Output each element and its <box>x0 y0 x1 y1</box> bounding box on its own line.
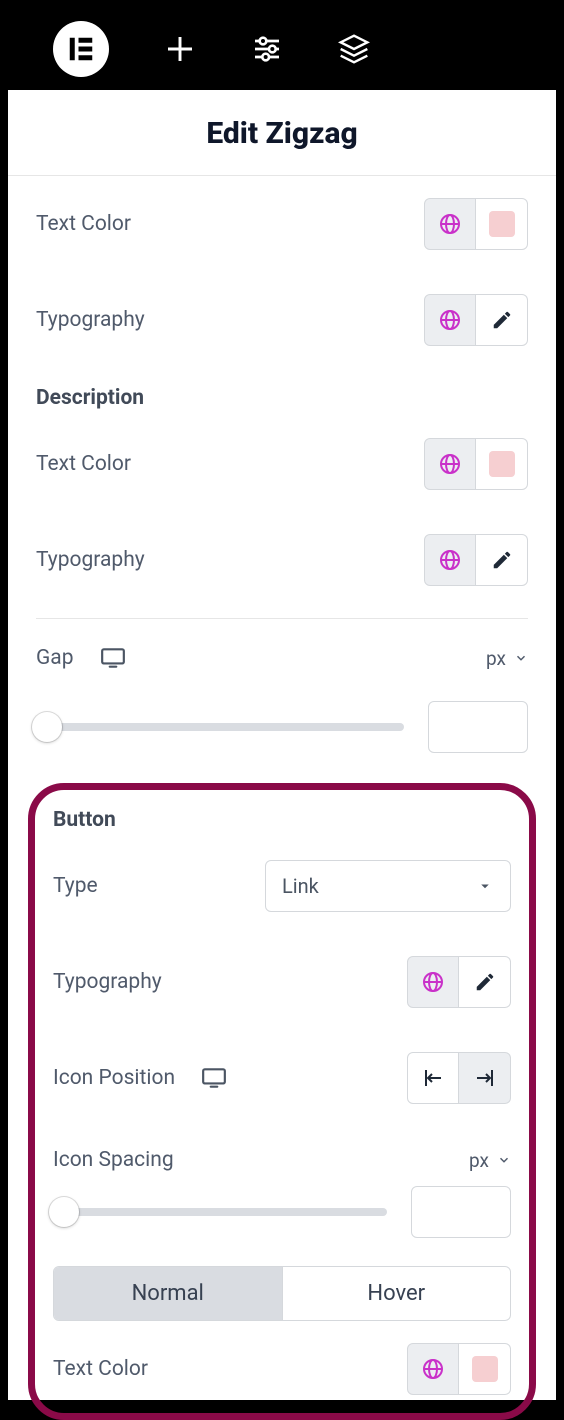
structure-icon[interactable] <box>338 33 370 65</box>
gap-unit-select[interactable]: px <box>486 647 528 670</box>
gap-label: Gap <box>36 646 74 670</box>
global-typography-button[interactable] <box>424 534 476 586</box>
color-swatch <box>489 451 515 477</box>
gap-slider-thumb[interactable] <box>32 712 62 742</box>
button-typography-label: Typography <box>53 970 162 994</box>
global-color-button[interactable] <box>424 198 476 250</box>
panel-title: Edit Zigzag <box>8 116 556 151</box>
description-heading: Description <box>36 368 528 416</box>
editor-panel: Edit Zigzag Text Color Typography <box>8 90 556 1400</box>
text-color-label-2: Text Color <box>36 452 131 476</box>
gap-unit-label: px <box>486 647 506 670</box>
icon-position-end[interactable] <box>459 1052 511 1104</box>
color-swatch <box>489 211 515 237</box>
icon-spacing-slider[interactable] <box>53 1208 387 1216</box>
button-type-label: Type <box>53 874 98 898</box>
settings-icon[interactable] <box>251 33 283 65</box>
responsive-icon[interactable] <box>201 1065 227 1091</box>
icon-spacing-unit-select[interactable]: px <box>469 1149 511 1172</box>
elementor-logo[interactable] <box>53 21 109 77</box>
typography-row-1: Typography <box>36 272 528 368</box>
icon-position-start[interactable] <box>407 1052 459 1104</box>
color-swatch <box>472 1356 498 1382</box>
text-color-row-2: Text Color <box>36 416 528 512</box>
color-swatch-button[interactable] <box>459 1343 511 1395</box>
icon-position-label: Icon Position <box>53 1066 175 1090</box>
panel-header: Edit Zigzag <box>8 90 556 176</box>
text-color-row-1: Text Color <box>36 176 528 272</box>
add-icon[interactable] <box>164 33 196 65</box>
icon-spacing-input[interactable] <box>411 1186 511 1238</box>
global-typography-button[interactable] <box>407 956 459 1008</box>
state-tab-normal[interactable]: Normal <box>54 1267 282 1320</box>
icon-spacing-unit-label: px <box>469 1149 489 1172</box>
button-text-color-label: Text Color <box>53 1357 148 1381</box>
edit-typography-button[interactable] <box>476 294 528 346</box>
global-color-button[interactable] <box>407 1343 459 1395</box>
gap-input[interactable] <box>428 701 528 753</box>
typography-label: Typography <box>36 308 145 332</box>
icon-spacing-row: Icon Spacing px <box>53 1126 511 1178</box>
button-section-highlight: Button Type Link Typography <box>28 783 536 1420</box>
global-typography-button[interactable] <box>424 294 476 346</box>
button-heading: Button <box>53 802 511 838</box>
global-color-button[interactable] <box>424 438 476 490</box>
top-toolbar <box>8 8 556 90</box>
button-type-select[interactable]: Link <box>265 860 511 912</box>
typography-row-2: Typography <box>36 512 528 608</box>
responsive-icon[interactable] <box>100 645 126 671</box>
state-tab-hover[interactable]: Hover <box>282 1267 511 1320</box>
icon-spacing-slider-thumb[interactable] <box>49 1197 79 1227</box>
typography-label-2: Typography <box>36 548 145 572</box>
edit-typography-button[interactable] <box>459 956 511 1008</box>
button-text-color-row: Text Color <box>53 1321 511 1395</box>
state-tabs: Normal Hover <box>53 1266 511 1321</box>
button-type-value: Link <box>282 874 319 898</box>
button-type-row: Type Link <box>53 838 511 934</box>
edit-typography-button[interactable] <box>476 534 528 586</box>
color-swatch-button[interactable] <box>476 198 528 250</box>
icon-position-row: Icon Position <box>53 1030 511 1126</box>
icon-spacing-slider-row <box>53 1178 511 1256</box>
gap-slider-row <box>36 693 528 771</box>
gap-slider[interactable] <box>36 723 404 731</box>
color-swatch-button[interactable] <box>476 438 528 490</box>
icon-spacing-label: Icon Spacing <box>53 1148 174 1172</box>
button-typography-row: Typography <box>53 934 511 1030</box>
divider <box>36 618 528 619</box>
gap-row: Gap px <box>36 623 528 693</box>
text-color-label: Text Color <box>36 212 131 236</box>
